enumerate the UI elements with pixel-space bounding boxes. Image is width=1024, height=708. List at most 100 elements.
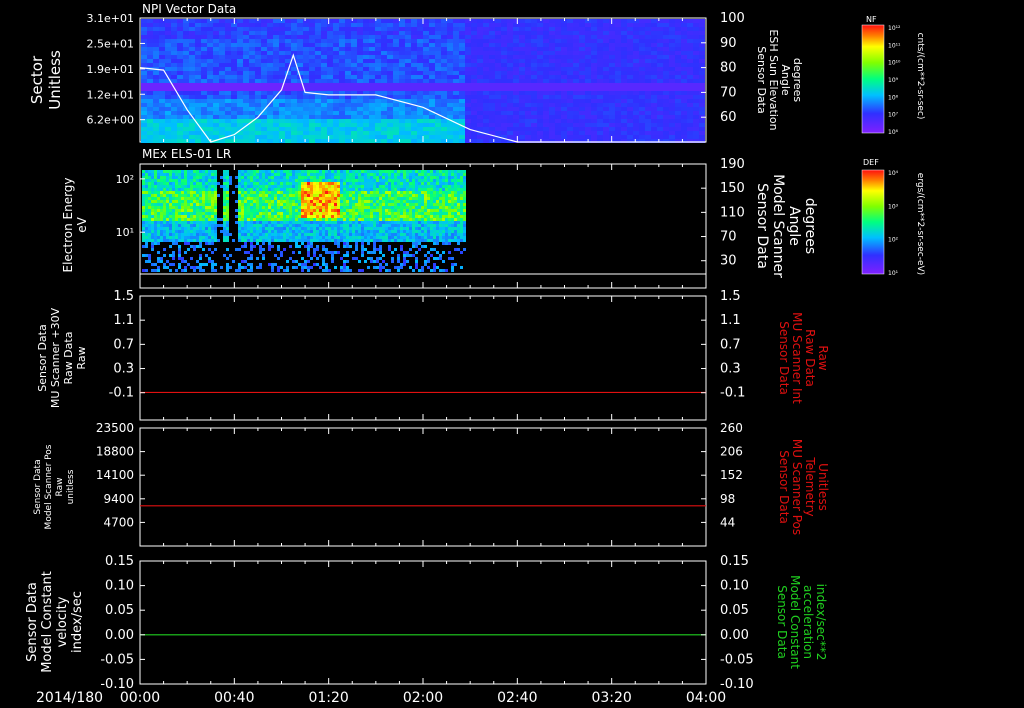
- heatmap-cell: [621, 123, 627, 127]
- heatmap-cell: [303, 79, 309, 83]
- heatmap-cell: [597, 19, 603, 23]
- y-tick-label: 60: [720, 110, 737, 125]
- heatmap-cell: [687, 83, 693, 87]
- heatmap-cell: [165, 123, 171, 127]
- heatmap-cell: [346, 218, 349, 221]
- heatmap-cell: [147, 63, 153, 67]
- heatmap-cell: [319, 194, 322, 197]
- heatmap-cell: [388, 218, 391, 221]
- heatmap-cell: [405, 95, 411, 99]
- heatmap-cell: [525, 71, 531, 75]
- heatmap-cell: [291, 39, 297, 43]
- heatmap-cell: [675, 59, 681, 63]
- heatmap-cell: [388, 224, 391, 227]
- heatmap-cell: [639, 43, 645, 47]
- heatmap-cell: [385, 179, 388, 182]
- heatmap-cell: [430, 170, 433, 173]
- heatmap-cell: [411, 47, 417, 51]
- heatmap-cell: [615, 23, 621, 27]
- heatmap-cell: [627, 123, 633, 127]
- heatmap-cell: [367, 170, 370, 173]
- heatmap-cell: [495, 111, 501, 115]
- heatmap-cell: [391, 203, 394, 206]
- heatmap-cell: [501, 27, 507, 31]
- heatmap-cell: [313, 179, 316, 182]
- heatmap-cell: [423, 51, 429, 55]
- heatmap-cell: [231, 31, 237, 35]
- heatmap-cell: [460, 188, 463, 191]
- heatmap-cell: [207, 95, 213, 99]
- heatmap-cell: [259, 212, 262, 215]
- heatmap-cell: [271, 203, 274, 206]
- heatmap-cell: [301, 209, 304, 212]
- heatmap-cell: [339, 55, 345, 59]
- heatmap-cell: [301, 176, 304, 179]
- heatmap-cell: [567, 59, 573, 63]
- heatmap-cell: [651, 43, 657, 47]
- heatmap-cell: [375, 59, 381, 63]
- heatmap-cell: [351, 95, 357, 99]
- heatmap-cell: [651, 55, 657, 59]
- heatmap-cell: [327, 47, 333, 51]
- heatmap-cell: [639, 87, 645, 91]
- heatmap-cell: [537, 51, 543, 55]
- heatmap-cell: [315, 123, 321, 127]
- heatmap-cell: [367, 218, 370, 221]
- heatmap-cell: [403, 188, 406, 191]
- heatmap-cell: [346, 221, 349, 224]
- heatmap-cell: [160, 170, 163, 173]
- heatmap-cell: [460, 182, 463, 185]
- heatmap-cell: [424, 185, 427, 188]
- heatmap-cell: [189, 139, 195, 143]
- heatmap-cell: [633, 111, 639, 115]
- heatmap-cell: [273, 59, 279, 63]
- heatmap-cell: [256, 227, 259, 230]
- heatmap-cell: [693, 47, 699, 51]
- heatmap-cell: [627, 27, 633, 31]
- heatmap-cell: [309, 31, 315, 35]
- heatmap-cell: [247, 215, 250, 218]
- heatmap-cell: [295, 194, 298, 197]
- heatmap-cell: [280, 224, 283, 227]
- colorbar-tick-label: 10⁹: [888, 77, 899, 84]
- heatmap-cell: [615, 111, 621, 115]
- heatmap-cell: [259, 182, 262, 185]
- heatmap-cell: [393, 43, 399, 47]
- heatmap-cell: [465, 55, 471, 59]
- heatmap-cell: [403, 173, 406, 176]
- heatmap-cell: [561, 55, 567, 59]
- heatmap-cell: [265, 191, 268, 194]
- heatmap-cell: [525, 63, 531, 67]
- heatmap-cell: [669, 119, 675, 123]
- heatmap-cell: [358, 170, 361, 173]
- heatmap-cell: [255, 119, 261, 123]
- heatmap-cell: [171, 55, 177, 59]
- heatmap-cell: [157, 224, 160, 227]
- heatmap-cell: [403, 206, 406, 209]
- heatmap-cell: [147, 91, 153, 95]
- heatmap-cell: [663, 135, 669, 139]
- heatmap-cell: [298, 200, 301, 203]
- heatmap-cell: [415, 182, 418, 185]
- heatmap-cell: [363, 139, 369, 143]
- heatmap-cell: [693, 83, 699, 87]
- heatmap-cell: [153, 123, 159, 127]
- heatmap-cell: [279, 35, 285, 39]
- heatmap-cell: [301, 188, 304, 191]
- heatmap-cell: [657, 123, 663, 127]
- heatmap-cell: [315, 139, 321, 143]
- heatmap-cell: [411, 87, 417, 91]
- heatmap-cell: [328, 170, 331, 173]
- heatmap-cell: [265, 224, 268, 227]
- heatmap-cell: [447, 31, 453, 35]
- heatmap-cell: [489, 107, 495, 111]
- heatmap-cell: [286, 188, 289, 191]
- heatmap-cell: [585, 47, 591, 51]
- heatmap-cell: [331, 170, 334, 173]
- heatmap-cell: [333, 119, 339, 123]
- heatmap-cell: [291, 43, 297, 47]
- heatmap-cell: [243, 19, 249, 23]
- heatmap-cell: [459, 111, 465, 115]
- heatmap-cell: [361, 182, 364, 185]
- heatmap-cell: [393, 115, 399, 119]
